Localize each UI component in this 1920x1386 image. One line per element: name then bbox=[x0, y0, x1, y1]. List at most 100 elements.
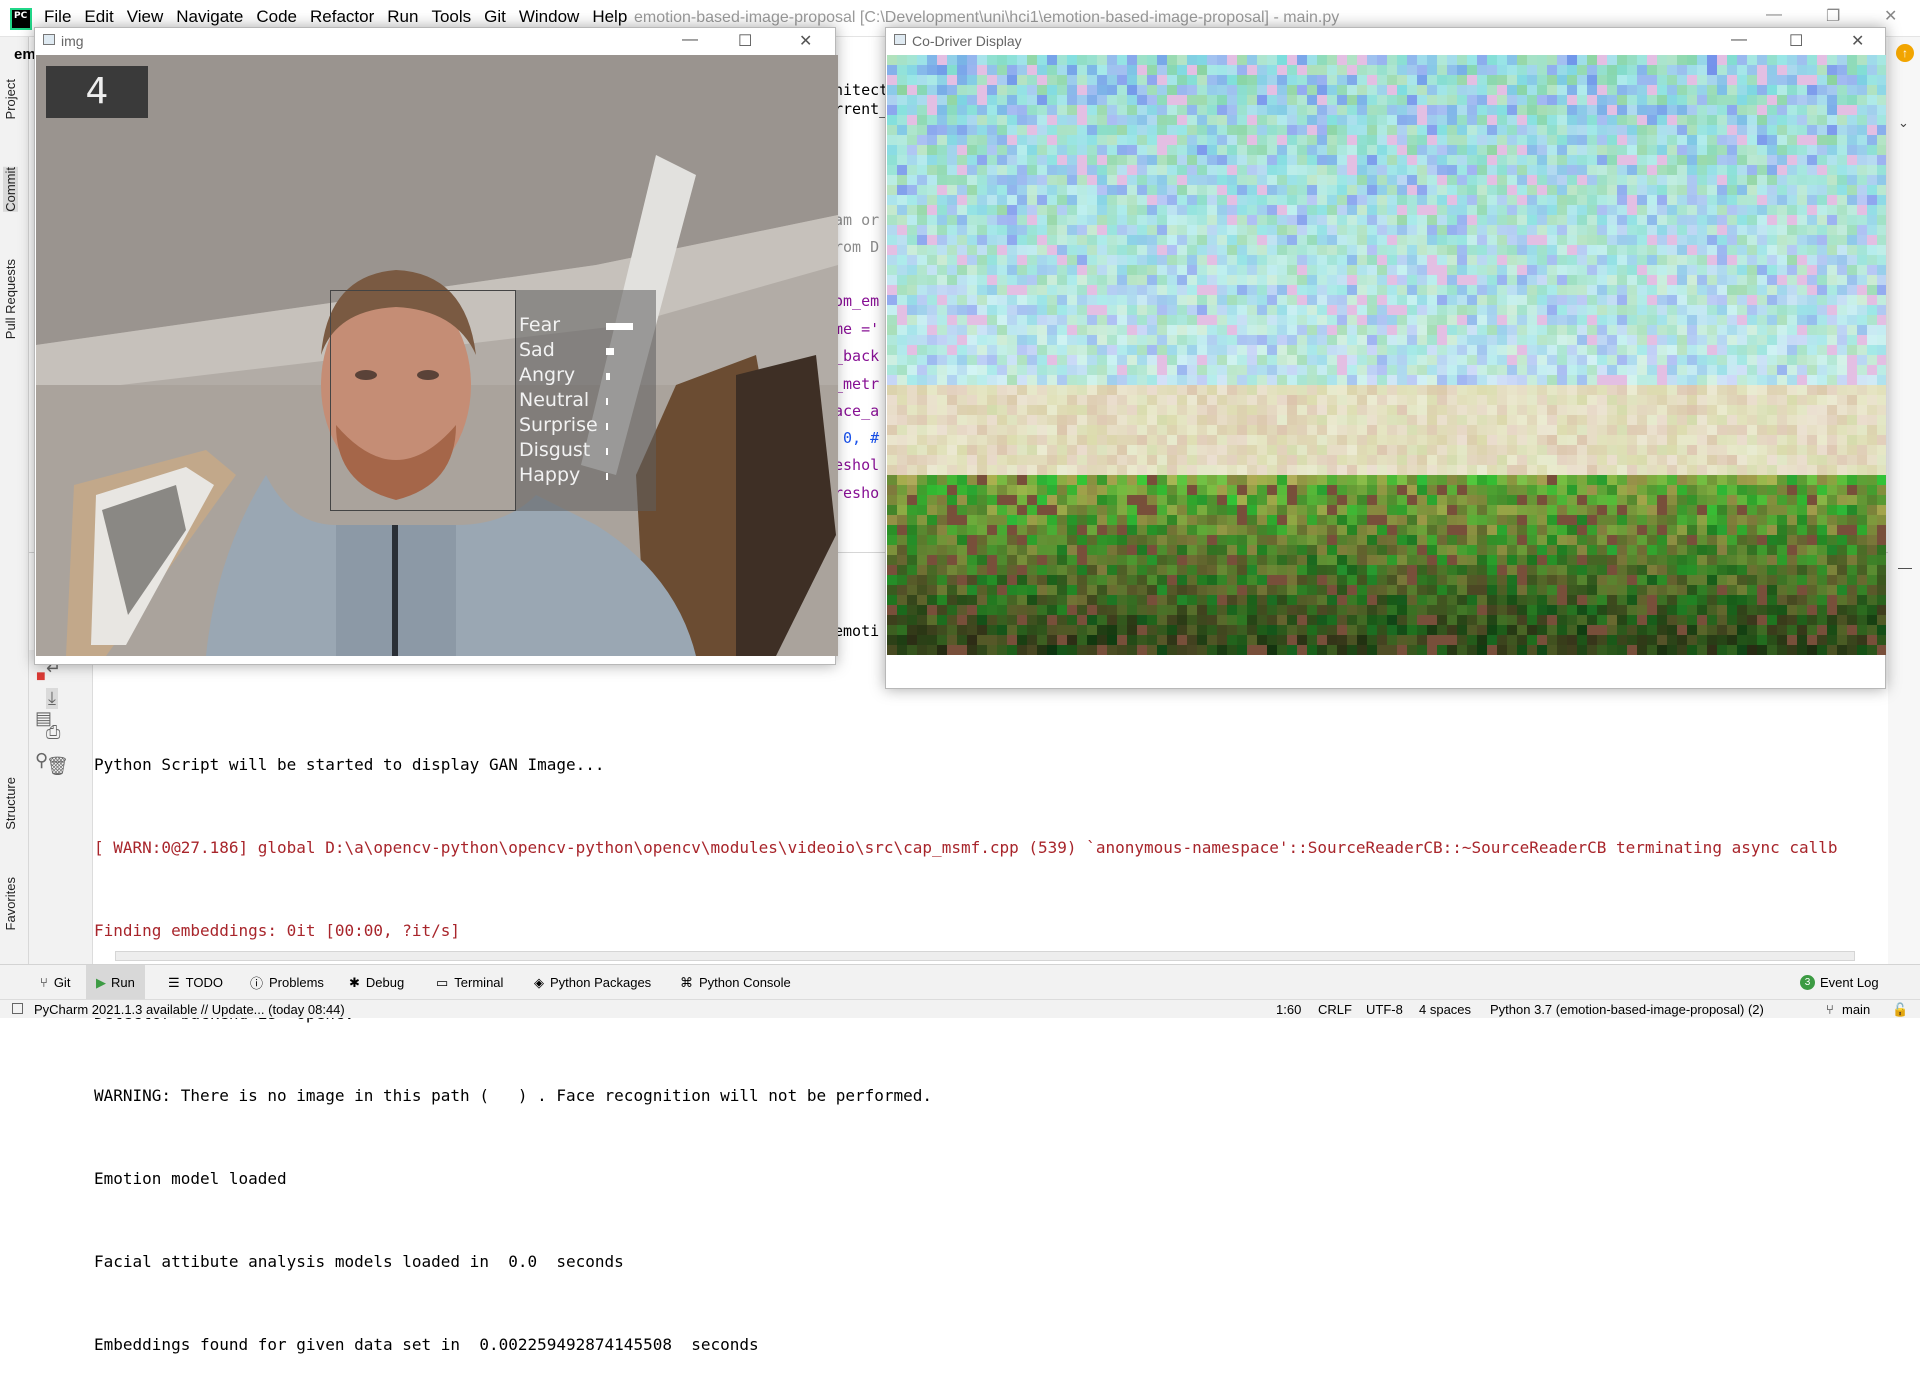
menu-code[interactable]: Code bbox=[256, 7, 297, 27]
tab-event-log[interactable]: 3 Event Log bbox=[1790, 965, 1889, 1000]
run-toolbar: ■ ↵ ⤓ ▤ ⎙ ⚲ 🗑 bbox=[29, 650, 93, 964]
img-window-title: img bbox=[61, 33, 84, 49]
left-tool-strip: Project Commit Pull Requests Structure F… bbox=[0, 37, 29, 964]
status-interpreter[interactable]: Python 3.7 (emotion-based-image-proposal… bbox=[1490, 1002, 1764, 1017]
tab-git-label: Git bbox=[53, 975, 71, 990]
code-line: rrent_ bbox=[834, 100, 889, 118]
menu-tools[interactable]: Tools bbox=[431, 7, 471, 27]
status-caret-position[interactable]: 1:60 bbox=[1276, 1002, 1301, 1017]
codriver-window[interactable]: Co-Driver Display — ☐ ✕ bbox=[885, 27, 1886, 689]
tab-terminal-label: Terminal bbox=[454, 975, 504, 990]
tab-debug[interactable]: ✱ Debug bbox=[339, 965, 414, 1000]
stop-icon[interactable]: ■ bbox=[36, 668, 46, 686]
maximize-icon[interactable]: ☐ bbox=[1789, 31, 1803, 51]
tool-favorites[interactable]: Favorites bbox=[3, 877, 18, 930]
emotion-row: Angry bbox=[519, 364, 653, 388]
tab-todo-label: TODO bbox=[185, 975, 223, 990]
emotion-label: Angry bbox=[519, 364, 576, 386]
emotion-bar bbox=[606, 473, 608, 480]
console-line: [ WARN:0@27.186] global D:\a\opencv-pyth… bbox=[94, 837, 1838, 857]
tool-structure[interactable]: Structure bbox=[3, 777, 18, 830]
terminal-icon: ▭ bbox=[436, 974, 449, 990]
list-icon: ☰ bbox=[168, 974, 180, 990]
git-branch-icon: ⑂ bbox=[1826, 1002, 1834, 1017]
ide-window-title: emotion-based-image-proposal [C:\Develop… bbox=[634, 9, 1340, 26]
minimize-icon[interactable]: — bbox=[1731, 31, 1747, 49]
status-update[interactable]: PyCharm 2021.1.3 available // Update... … bbox=[34, 1002, 345, 1017]
chevron-down-icon[interactable]: ⌄ bbox=[1898, 115, 1909, 131]
restore-icon[interactable]: ❐ bbox=[1826, 6, 1840, 26]
emotion-row: Fear bbox=[519, 314, 653, 338]
status-encoding[interactable]: UTF-8 bbox=[1366, 1002, 1403, 1017]
status-square-icon[interactable] bbox=[12, 1003, 23, 1014]
code-line: eshol bbox=[834, 456, 880, 474]
console-line: Python Script will be started to display… bbox=[94, 755, 605, 775]
emotion-row: Disgust bbox=[519, 439, 653, 463]
tab-event-log-label: Event Log bbox=[1820, 975, 1879, 990]
menu-refactor[interactable]: Refactor bbox=[310, 7, 374, 27]
menu-view[interactable]: View bbox=[127, 7, 164, 27]
code-line: ace_a bbox=[834, 402, 880, 420]
tool-pull-requests[interactable]: Pull Requests bbox=[3, 259, 18, 339]
emotion-row: Sad bbox=[519, 339, 653, 363]
maximize-icon[interactable]: ☐ bbox=[738, 31, 752, 51]
right-tool-strip: ↑ ⌄ — bbox=[1888, 37, 1920, 964]
lock-icon: 🔓 bbox=[1892, 1002, 1909, 1017]
menu-help[interactable]: Help bbox=[592, 7, 627, 27]
img-window[interactable]: img — ☐ ✕ 4 Fear Sad Angry Neutral Surpr… bbox=[34, 27, 838, 665]
tab-run[interactable]: ▶ Run bbox=[86, 965, 145, 1000]
window-app-icon bbox=[894, 34, 906, 45]
tab-problems[interactable]: ⓘ Problems bbox=[240, 965, 334, 1000]
console-line: Finding embeddings: 0it [00:00, ?it/s] bbox=[94, 920, 461, 940]
count-badge: 4 bbox=[46, 66, 148, 118]
code-line: rom D bbox=[834, 238, 880, 256]
gan-generated-image bbox=[887, 55, 1886, 655]
trash-icon[interactable]: 🗑 bbox=[46, 756, 69, 777]
minimize-icon[interactable]: — bbox=[1766, 6, 1782, 24]
menu-edit[interactable]: Edit bbox=[84, 7, 113, 27]
tab-todo[interactable]: ☰ TODO bbox=[158, 965, 233, 1000]
tab-python-packages-label: Python Packages bbox=[550, 975, 652, 990]
emotion-bar bbox=[606, 348, 614, 355]
tool-commit[interactable]: Commit bbox=[3, 167, 18, 212]
editor-tab-fragment[interactable]: em bbox=[14, 46, 36, 63]
gan-image-view bbox=[887, 55, 1886, 655]
console-line: WARNING: There is no image in this path … bbox=[94, 1086, 933, 1106]
run-console[interactable]: Python Script will be started to display… bbox=[94, 696, 1888, 1353]
menu-window[interactable]: Window bbox=[519, 7, 579, 27]
hide-panel-icon[interactable]: — bbox=[1898, 559, 1912, 575]
run-icon: ▶ bbox=[96, 974, 106, 990]
close-icon[interactable]: ✕ bbox=[1884, 6, 1897, 26]
run-header-fragment: emoti bbox=[834, 622, 880, 640]
console-horizontal-scrollbar[interactable] bbox=[115, 951, 1855, 961]
codriver-window-title: Co-Driver Display bbox=[912, 33, 1022, 49]
tab-terminal[interactable]: ▭ Terminal bbox=[426, 965, 513, 1000]
menu-navigate[interactable]: Navigate bbox=[176, 7, 243, 27]
emotion-panel: Fear Sad Angry Neutral Surprise Disgust … bbox=[516, 290, 656, 511]
problems-icon: ⓘ bbox=[250, 976, 264, 991]
pycharm-logo-icon: PC bbox=[10, 8, 32, 30]
console-line: Emotion model loaded bbox=[94, 1169, 287, 1189]
tab-python-packages[interactable]: ◈ Python Packages bbox=[524, 965, 661, 1000]
status-indent[interactable]: 4 spaces bbox=[1419, 1002, 1471, 1017]
code-line: 0, # bbox=[834, 429, 880, 447]
menu-run[interactable]: Run bbox=[387, 7, 418, 27]
packages-icon: ◈ bbox=[534, 974, 544, 990]
emotion-row: Happy bbox=[519, 464, 653, 488]
minimize-icon[interactable]: — bbox=[682, 31, 698, 49]
codriver-window-titlebar[interactable]: Co-Driver Display — ☐ ✕ bbox=[886, 28, 1885, 55]
scroll-to-end-icon[interactable]: ⤓ bbox=[46, 688, 58, 709]
update-icon[interactable]: ↑ bbox=[1896, 44, 1914, 62]
close-icon[interactable]: ✕ bbox=[1851, 31, 1864, 51]
close-icon[interactable]: ✕ bbox=[799, 31, 812, 51]
print-icon[interactable]: ⎙ bbox=[46, 722, 60, 743]
menu-file[interactable]: File bbox=[44, 7, 71, 27]
img-window-titlebar[interactable]: img — ☐ ✕ bbox=[35, 28, 835, 55]
status-branch[interactable]: main bbox=[1842, 1002, 1870, 1017]
tool-project[interactable]: Project bbox=[3, 79, 18, 119]
tab-git[interactable]: ⑂ Git bbox=[30, 965, 80, 1000]
main-menu: File Edit View Navigate Code Refactor Ru… bbox=[44, 7, 640, 27]
menu-git[interactable]: Git bbox=[484, 7, 506, 27]
status-line-separator[interactable]: CRLF bbox=[1318, 1002, 1352, 1017]
tab-python-console[interactable]: ⌘ Python Console bbox=[670, 965, 801, 1000]
